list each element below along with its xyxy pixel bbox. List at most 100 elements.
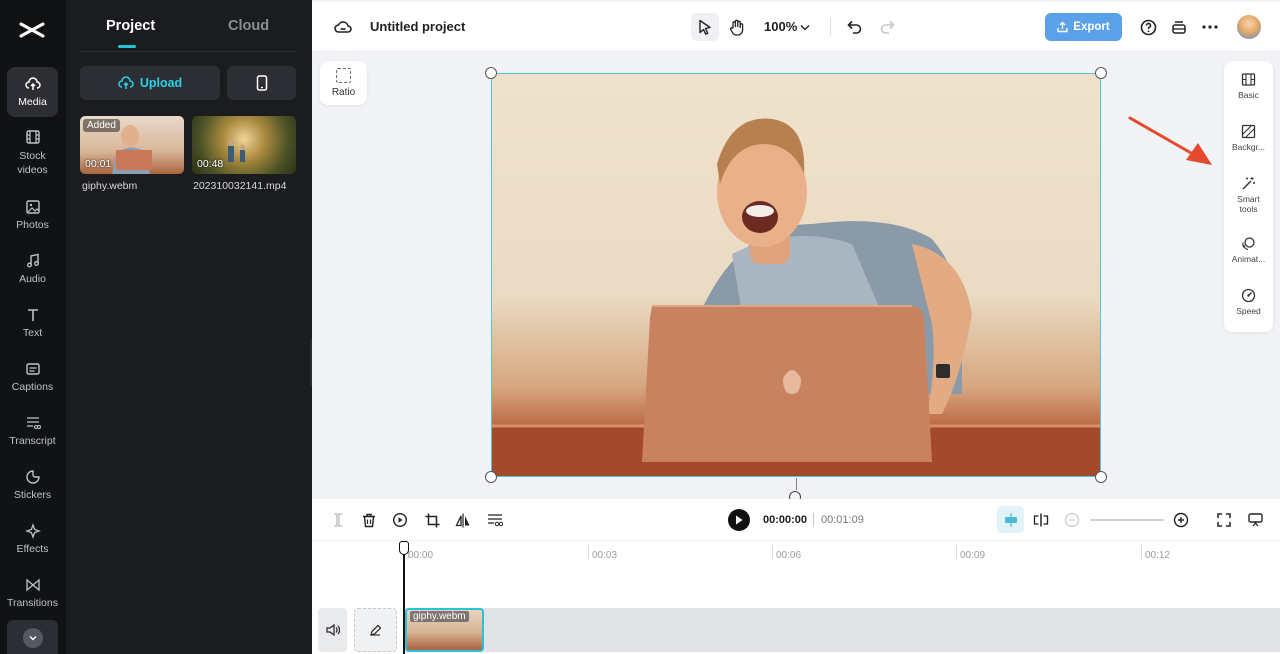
image-icon (25, 200, 40, 214)
freeze-frame-button[interactable] (390, 510, 410, 530)
ratio-label: Ratio (331, 87, 356, 98)
resize-handle-bottom-left[interactable] (485, 471, 497, 483)
rail-label: Effects (16, 543, 49, 555)
upload-button[interactable]: Upload (80, 66, 220, 100)
text-icon (27, 309, 38, 321)
cloud-sync-icon[interactable] (333, 17, 353, 37)
zoom-out-icon (1064, 512, 1080, 528)
avatar[interactable] (1237, 15, 1261, 39)
export-button[interactable]: Export (1045, 13, 1122, 41)
select-tool-button[interactable] (691, 13, 719, 41)
undo-button[interactable] (845, 17, 865, 37)
rail-item-transcript[interactable]: Transcript (7, 406, 58, 456)
crop-button[interactable] (422, 510, 442, 530)
rail-item-stock-videos[interactable]: Stock videos (7, 124, 58, 182)
media-thumbnail[interactable]: 00:48 (192, 116, 296, 174)
side-item-speed[interactable]: Speed (1224, 288, 1273, 316)
zoom-out-button[interactable] (1062, 510, 1082, 530)
rail-item-effects[interactable]: Effects (7, 514, 58, 564)
delete-button[interactable] (359, 510, 379, 530)
video-preview[interactable] (491, 73, 1101, 477)
time-separator (813, 513, 814, 526)
split-icon (334, 513, 342, 527)
tab-project[interactable]: Project (106, 18, 155, 34)
resize-handle-bottom-right[interactable] (1095, 471, 1107, 483)
zoom-in-button[interactable] (1171, 510, 1191, 530)
timeline-clip[interactable]: giphy.webm (405, 608, 484, 652)
feedback-button[interactable] (1245, 510, 1265, 530)
layers-button[interactable] (1169, 17, 1189, 37)
snap-toggle-button[interactable] (997, 506, 1024, 533)
rail-more-button[interactable] (7, 620, 58, 654)
rail-label: Transitions (7, 597, 58, 609)
zoom-level[interactable]: 100% (764, 19, 797, 34)
film-icon (25, 130, 40, 144)
rotate-handle[interactable] (789, 491, 803, 499)
video-track[interactable] (404, 608, 1280, 652)
resize-handle-top-right[interactable] (1095, 67, 1107, 79)
split-button[interactable] (328, 510, 348, 530)
side-item-animation[interactable]: Animat... (1224, 236, 1273, 264)
rail-item-transitions[interactable]: Transitions (7, 568, 58, 618)
rail-label: Text (22, 327, 43, 339)
properties-panel: Basic Backgr... Smart tools Animat... Sp… (1224, 61, 1273, 332)
cloud-upload-icon (118, 76, 134, 89)
side-label: Animat... (1231, 254, 1266, 264)
basic-icon (1241, 73, 1256, 86)
upload-from-phone-button[interactable] (227, 66, 296, 100)
media-thumbnail[interactable]: Added 00:01 (80, 116, 184, 174)
tab-cloud[interactable]: Cloud (228, 18, 269, 34)
ratio-icon (336, 68, 351, 83)
more-options-button[interactable] (1200, 17, 1220, 37)
fullscreen-icon (1217, 513, 1231, 527)
split-vertical-icon (1033, 513, 1049, 527)
play-circle-icon (392, 512, 408, 528)
transcript-icon (488, 514, 503, 527)
undo-icon (847, 20, 862, 34)
rail-item-stickers[interactable]: Stickers (7, 460, 58, 510)
rail-item-media[interactable]: Media (7, 67, 58, 117)
help-button[interactable] (1138, 17, 1158, 37)
fullscreen-button[interactable] (1214, 510, 1234, 530)
rail-item-captions[interactable]: Captions (7, 352, 58, 402)
rail-label: Audio (19, 273, 46, 285)
timeline-zoom-slider[interactable] (1090, 519, 1164, 521)
project-title[interactable]: Untitled project (370, 19, 465, 34)
split-view-button[interactable] (1031, 510, 1051, 530)
track-mute-button[interactable] (318, 608, 347, 652)
side-item-basic[interactable]: Basic (1224, 72, 1273, 100)
rail-label: Media (18, 96, 47, 108)
stack-icon (1172, 21, 1186, 34)
flip-button[interactable] (453, 510, 473, 530)
rail-label: Transcript (9, 435, 56, 447)
play-button[interactable] (728, 509, 750, 531)
rail-item-photos[interactable]: Photos (7, 190, 58, 240)
pencil-icon (370, 624, 382, 636)
hand-tool-button[interactable] (726, 13, 748, 41)
captions-icon (25, 363, 40, 375)
transcript-edit-button[interactable] (485, 510, 505, 530)
ratio-button[interactable]: Ratio (320, 61, 367, 105)
timeline-ruler[interactable]: 00:00 00:03 00:06 00:09 00:12 (312, 541, 1280, 608)
side-label: Backgr... (1231, 142, 1266, 152)
export-icon (1057, 21, 1068, 33)
chevron-down-icon (22, 628, 43, 648)
resize-handle-top-left[interactable] (485, 67, 497, 79)
play-icon (736, 515, 743, 525)
timeline-toolbar: 00:00:00 00:01:09 (312, 499, 1280, 541)
side-item-smart-tools[interactable]: Smart tools (1224, 176, 1273, 214)
active-tab-indicator (118, 45, 136, 48)
chevron-down-icon[interactable] (799, 21, 811, 33)
rail-item-text[interactable]: Text (7, 298, 58, 348)
track-edit-button[interactable] (354, 608, 397, 652)
playhead-handle[interactable] (399, 541, 409, 555)
redo-button[interactable] (877, 17, 897, 37)
export-label: Export (1073, 21, 1110, 33)
volume-icon (325, 624, 340, 636)
clip-label: giphy.webm (410, 611, 469, 622)
media-duration: 00:48 (197, 158, 224, 170)
tick-line (1141, 545, 1142, 559)
rail-item-audio[interactable]: Audio (7, 244, 58, 294)
side-item-background[interactable]: Backgr... (1224, 124, 1273, 152)
rotate-stem (796, 478, 797, 490)
